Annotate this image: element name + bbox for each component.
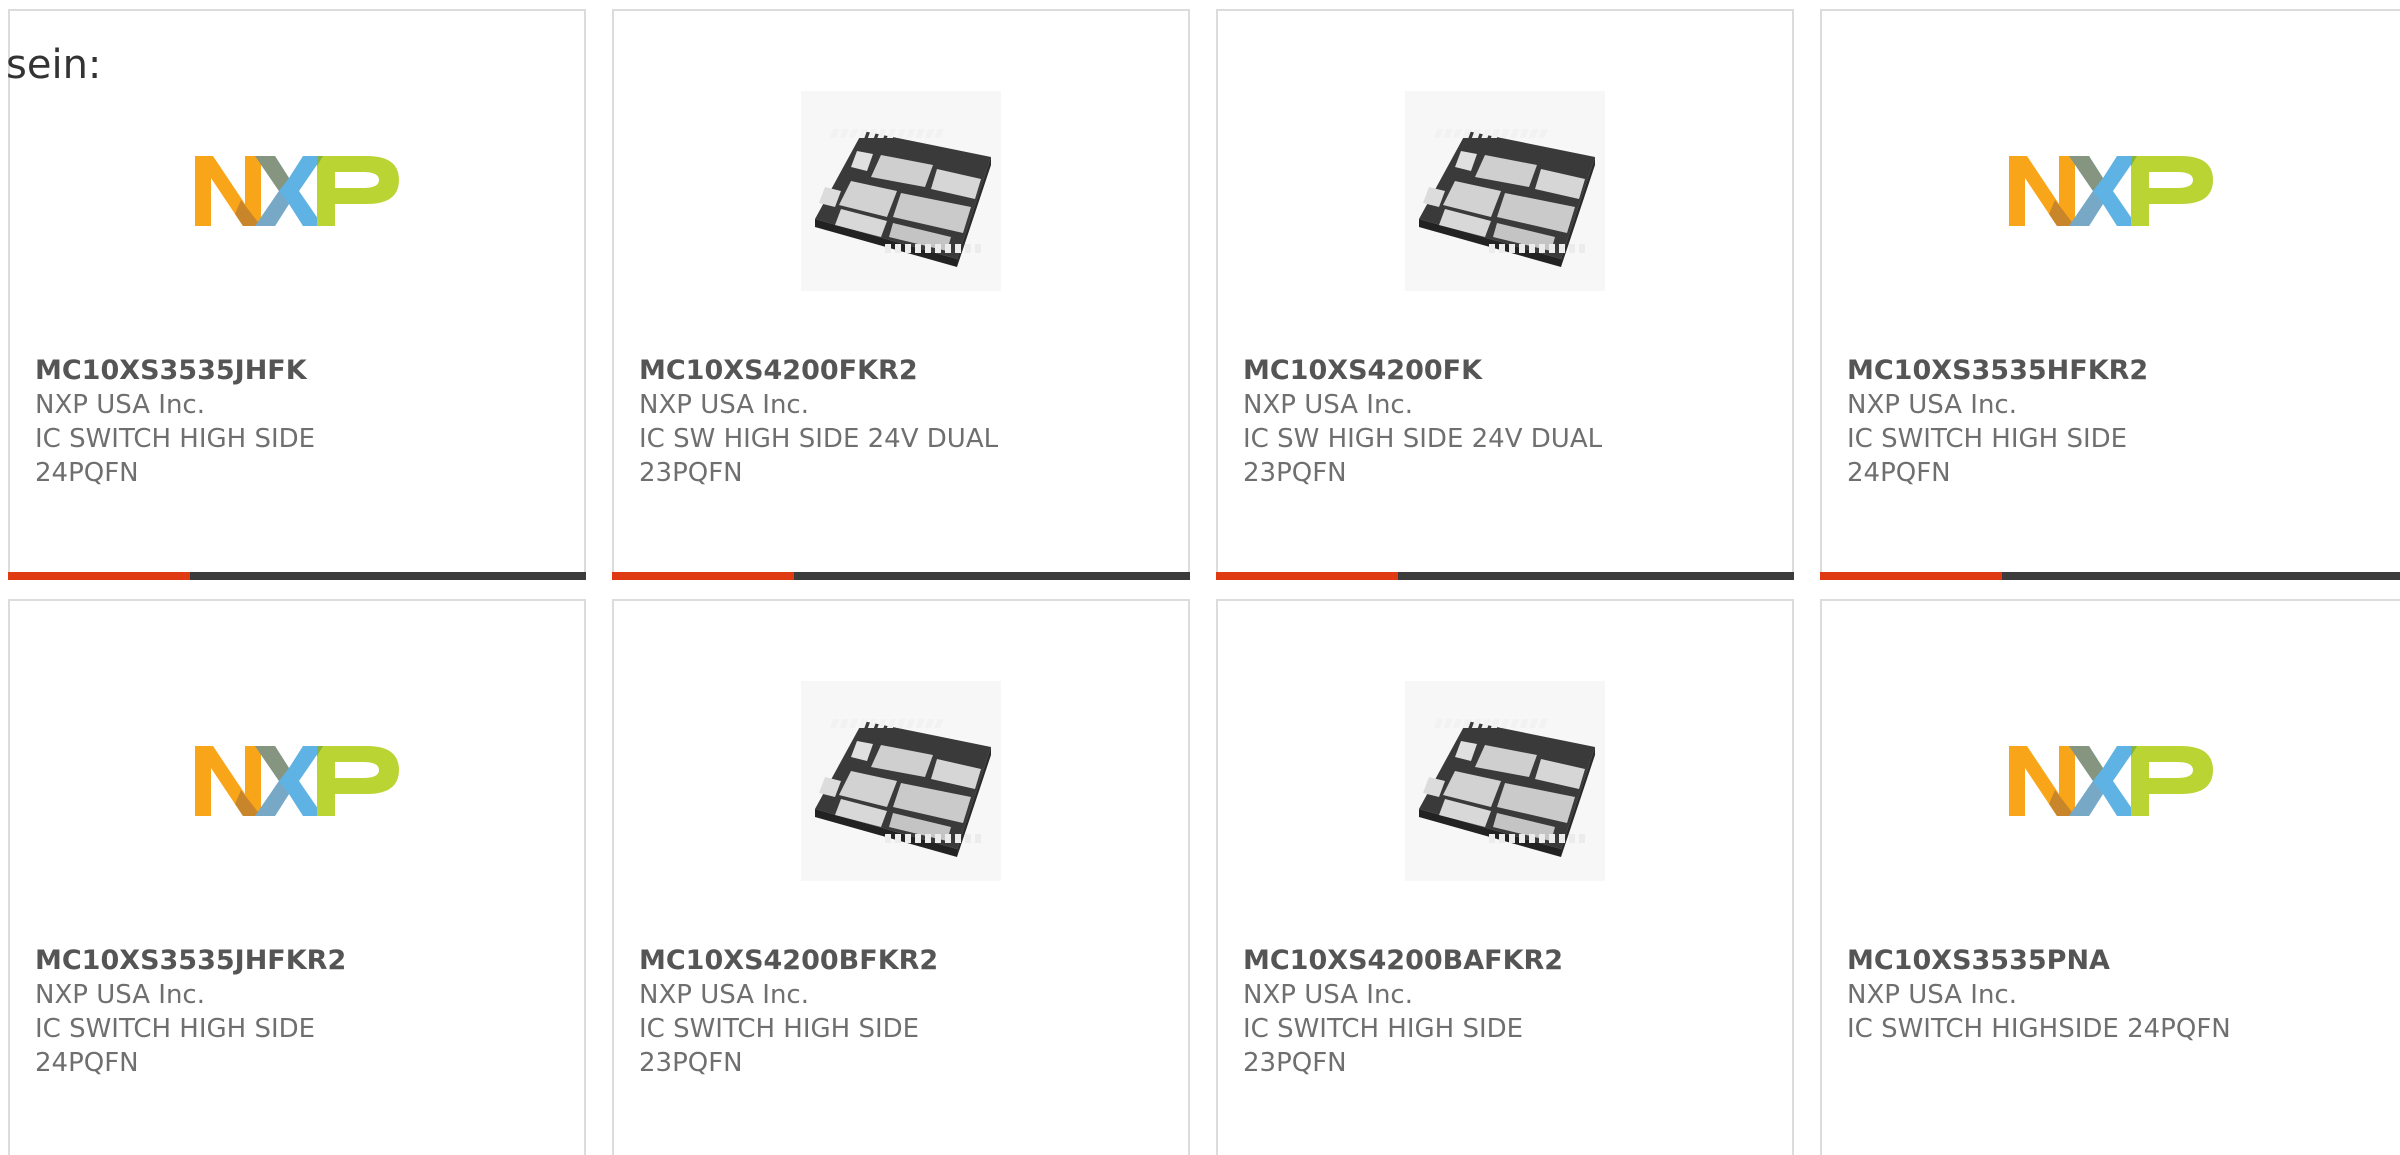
product-grid: MC10XS3535JHFK NXP USA Inc. IC SWITCH HI… xyxy=(8,9,2400,1155)
part-number[interactable]: MC10XS4200FK xyxy=(1243,354,1767,388)
product-description: IC SW HIGH SIDE 24V DUAL 23PQFN xyxy=(639,424,999,488)
part-number[interactable]: MC10XS3535PNA xyxy=(1847,944,2375,978)
nxp-logo-image xyxy=(187,671,407,891)
card-footer-bar xyxy=(8,572,586,580)
intro-text: sein: xyxy=(6,42,102,88)
part-number[interactable]: MC10XS3535HFKR2 xyxy=(1847,354,2375,388)
product-info: MC10XS4200BAFKR2 NXP USA Inc. IC SWITCH … xyxy=(1243,944,1767,1080)
product-card[interactable]: MC10XS3535PNA NXP USA Inc. IC SWITCH HIG… xyxy=(1820,599,2400,1155)
product-description: IC SWITCH HIGH SIDE 23PQFN xyxy=(639,1014,920,1078)
product-card[interactable]: MC10XS4200BFKR2 NXP USA Inc. IC SWITCH H… xyxy=(612,599,1190,1155)
manufacturer-name: NXP USA Inc. xyxy=(35,390,205,420)
chip-package-image xyxy=(791,81,1011,301)
card-accent-stripe xyxy=(1216,572,1398,580)
manufacturer-name: NXP USA Inc. xyxy=(1847,390,2017,420)
product-info: MC10XS3535JHFKR2 NXP USA Inc. IC SWITCH … xyxy=(35,944,559,1080)
card-accent-stripe xyxy=(1820,572,2002,580)
chip-package-image xyxy=(1395,81,1615,301)
card-accent-stripe xyxy=(612,572,794,580)
card-footer-bar xyxy=(1820,572,2400,580)
product-info: MC10XS3535JHFK NXP USA Inc. IC SWITCH HI… xyxy=(35,354,559,490)
manufacturer-name: NXP USA Inc. xyxy=(1243,390,1413,420)
product-card[interactable]: MC10XS3535JHFKR2 NXP USA Inc. IC SWITCH … xyxy=(8,599,586,1155)
product-info: MC10XS4200FK NXP USA Inc. IC SW HIGH SID… xyxy=(1243,354,1767,490)
product-info: MC10XS4200BFKR2 NXP USA Inc. IC SWITCH H… xyxy=(639,944,1163,1080)
product-card[interactable]: MC10XS4200FK NXP USA Inc. IC SW HIGH SID… xyxy=(1216,9,1794,580)
product-card[interactable]: MC10XS4200BAFKR2 NXP USA Inc. IC SWITCH … xyxy=(1216,599,1794,1155)
product-card[interactable]: MC10XS4200FKR2 NXP USA Inc. IC SW HIGH S… xyxy=(612,9,1190,580)
part-number[interactable]: MC10XS3535JHFKR2 xyxy=(35,944,559,978)
product-info: MC10XS4200FKR2 NXP USA Inc. IC SW HIGH S… xyxy=(639,354,1163,490)
product-description: IC SW HIGH SIDE 24V DUAL 23PQFN xyxy=(1243,424,1603,488)
product-info: MC10XS3535PNA NXP USA Inc. IC SWITCH HIG… xyxy=(1847,944,2375,1046)
part-number[interactable]: MC10XS3535JHFK xyxy=(35,354,559,388)
card-footer-bar xyxy=(1216,572,1794,580)
product-description: IC SWITCH HIGH SIDE 24PQFN xyxy=(35,424,316,488)
chip-package-image xyxy=(1395,671,1615,891)
product-description: IC SWITCH HIGH SIDE 23PQFN xyxy=(1243,1014,1524,1078)
nxp-logo-image xyxy=(187,81,407,301)
manufacturer-name: NXP USA Inc. xyxy=(639,390,809,420)
product-description: IC SWITCH HIGH SIDE 24PQFN xyxy=(1847,424,2128,488)
manufacturer-name: NXP USA Inc. xyxy=(639,980,809,1010)
chip-package-image xyxy=(791,671,1011,891)
product-listing-page: sein: MC10XS3535JHFK NXP USA Inc. IC SWI… xyxy=(0,0,2400,1155)
product-info: MC10XS3535HFKR2 NXP USA Inc. IC SWITCH H… xyxy=(1847,354,2375,490)
product-description: IC SWITCH HIGH SIDE 24PQFN xyxy=(35,1014,316,1078)
product-card[interactable]: MC10XS3535JHFK NXP USA Inc. IC SWITCH HI… xyxy=(8,9,586,580)
part-number[interactable]: MC10XS4200FKR2 xyxy=(639,354,1163,388)
manufacturer-name: NXP USA Inc. xyxy=(1847,980,2017,1010)
manufacturer-name: NXP USA Inc. xyxy=(1243,980,1413,1010)
product-card[interactable]: MC10XS3535HFKR2 NXP USA Inc. IC SWITCH H… xyxy=(1820,9,2400,580)
nxp-logo-image xyxy=(2001,671,2221,891)
part-number[interactable]: MC10XS4200BAFKR2 xyxy=(1243,944,1767,978)
nxp-logo-image xyxy=(2001,81,2221,301)
card-footer-bar xyxy=(612,572,1190,580)
manufacturer-name: NXP USA Inc. xyxy=(35,980,205,1010)
product-description: IC SWITCH HIGHSIDE 24PQFN xyxy=(1847,1014,2231,1044)
card-accent-stripe xyxy=(8,572,190,580)
part-number[interactable]: MC10XS4200BFKR2 xyxy=(639,944,1163,978)
